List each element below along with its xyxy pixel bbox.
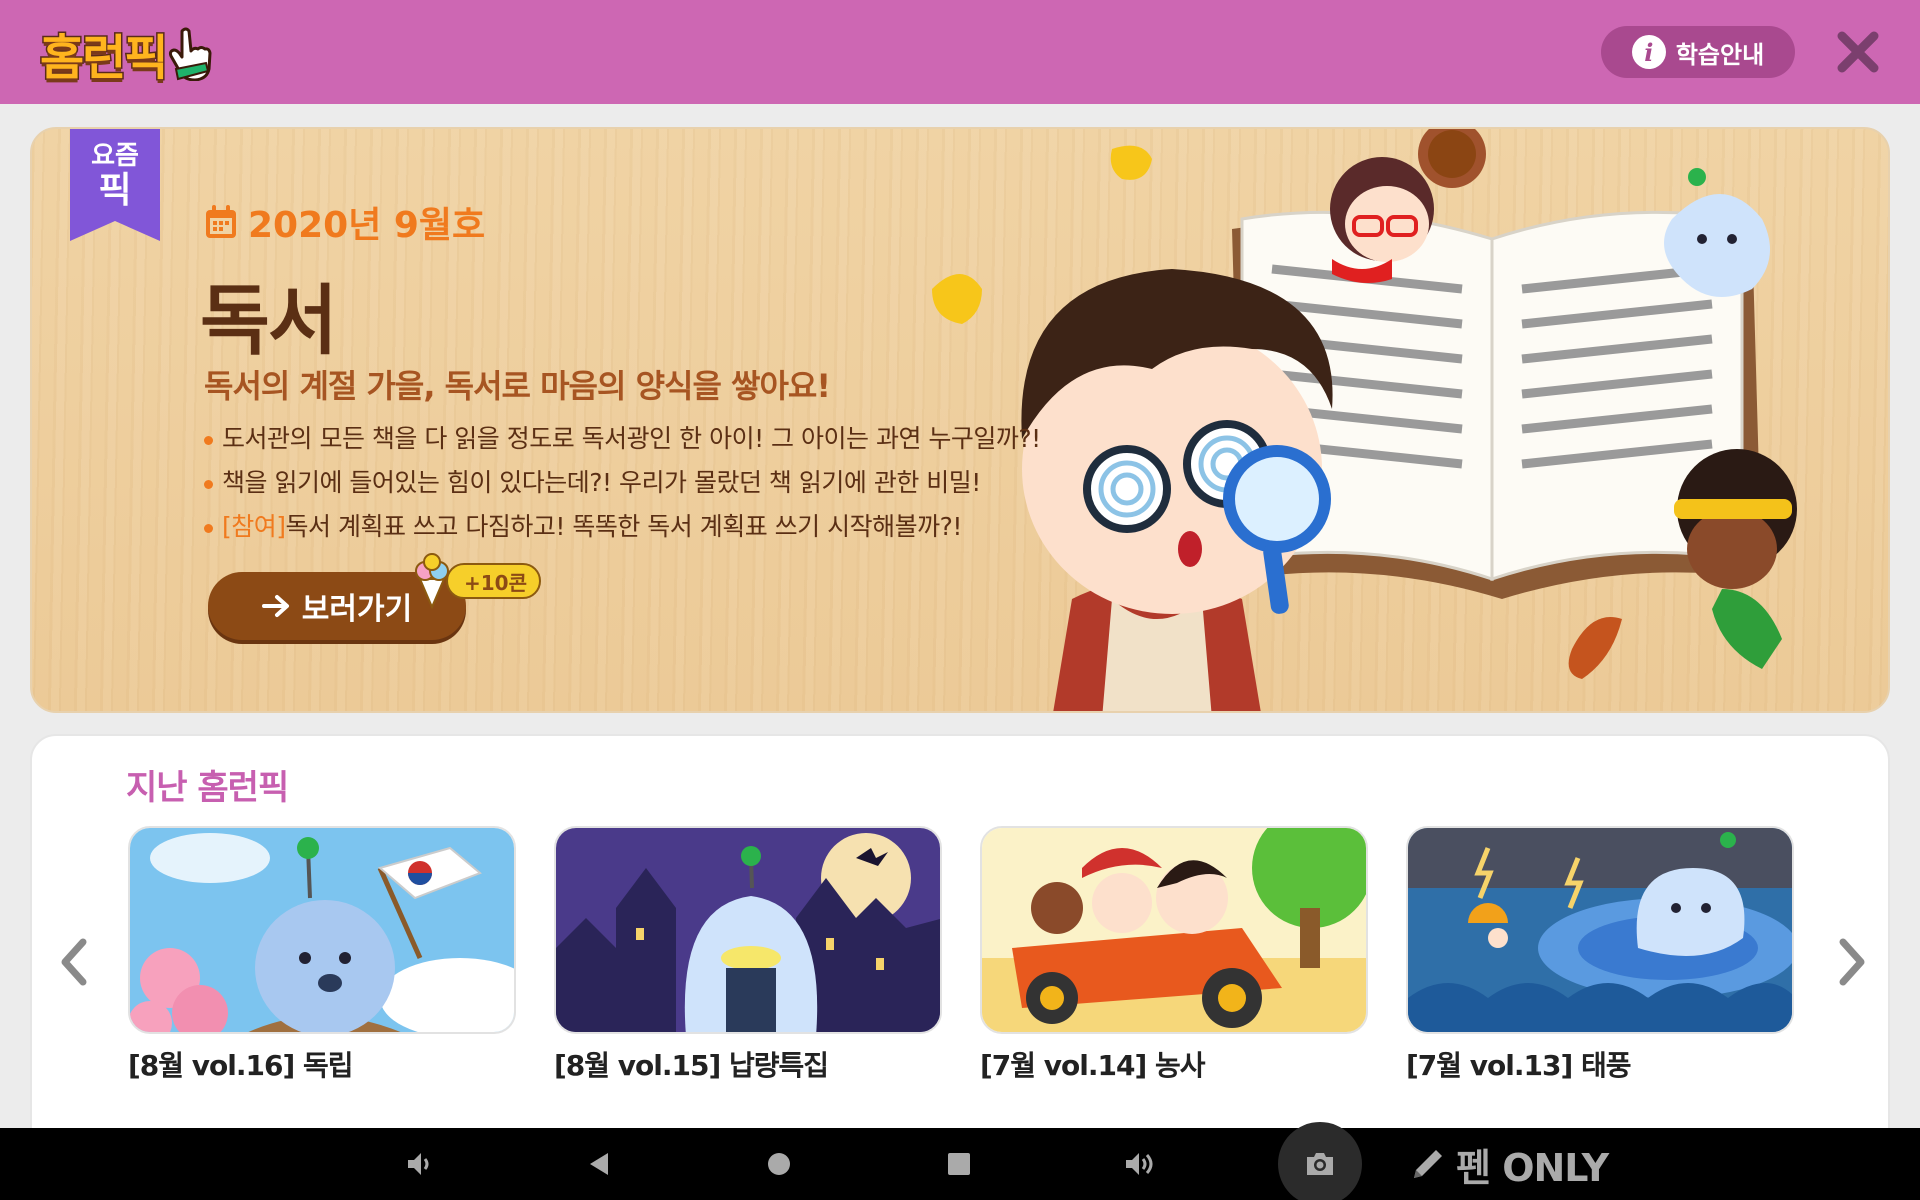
recents-icon <box>948 1153 970 1175</box>
volume-up-button[interactable] <box>1103 1128 1175 1200</box>
featured-subtitle: 독서의 계절 가을, 독서로 마음의 양식을 쌓아요! <box>204 367 831 405</box>
featured-highlights: 도서관의 모든 책을 다 읽을 정도로 독서광인 한 아이! 그 아이는 과연 … <box>204 417 1041 549</box>
issue-thumbnail <box>128 826 516 1034</box>
pen-only-label: 펜 ONLY <box>1456 1145 1609 1190</box>
featured-title: 독서 <box>200 276 338 365</box>
ribbon-big-text: 픽 <box>98 170 132 211</box>
go-view-label: 보러가기 <box>301 592 413 627</box>
issue-date: 2020년 9월호 <box>204 201 485 246</box>
chevron-right-icon <box>1839 938 1865 986</box>
past-issues-carousel: [8월 vol.16] 독립 [8월 vol.15] 납량특집 [7월 vol.… <box>128 826 1794 1084</box>
past-issue-card[interactable]: [7월 vol.13] 태풍 <box>1406 826 1794 1084</box>
trending-ribbon-label: 요즘 픽 <box>70 141 160 211</box>
volume-up-icon <box>1126 1153 1153 1175</box>
close-icon[interactable] <box>1832 26 1884 78</box>
past-issues-title: 지난 홈런픽 <box>126 768 289 808</box>
calendar-icon <box>206 205 236 238</box>
home-button[interactable] <box>743 1128 815 1200</box>
carousel-next-button[interactable] <box>1832 932 1872 992</box>
home-icon <box>768 1153 790 1175</box>
highlight-text: 책을 읽기에 들어있는 힘이 있다는데?! 우리가 몰랐던 책 읽기에 관한 비… <box>222 468 981 497</box>
highlight-text: 도서관의 모든 책을 다 읽을 정도로 독서광인 한 아이! 그 아이는 과연 … <box>222 424 1041 453</box>
app-logo[interactable]: 홈런픽 <box>38 18 214 88</box>
screenshot-button[interactable] <box>1284 1128 1356 1200</box>
highlight-text: 독서 계획표 쓰고 다짐하고! 똑똑한 독서 계획표 쓰기 시작해볼까?! <box>285 512 963 541</box>
back-icon <box>590 1153 608 1175</box>
pencil-icon <box>1414 1150 1442 1178</box>
participate-tag: [참여] <box>222 512 286 541</box>
past-issue-card[interactable]: [8월 vol.16] 독립 <box>128 826 516 1084</box>
haunted-house-illustration <box>556 828 940 1032</box>
farming-car-illustration <box>982 828 1366 1032</box>
independence-illustration <box>130 828 514 1032</box>
issue-thumbnail <box>980 826 1368 1034</box>
back-button[interactable] <box>563 1128 635 1200</box>
recents-button[interactable] <box>923 1128 995 1200</box>
top-bar: 홈런픽 i 학습안내 <box>0 0 1920 104</box>
past-issue-label: [7월 vol.14] 농사 <box>980 1049 1206 1082</box>
past-issue-card[interactable]: [8월 vol.15] 납량특집 <box>554 826 942 1084</box>
system-navigation-bar: 펜 ONLY <box>0 1122 1920 1200</box>
typhoon-illustration <box>1408 828 1792 1032</box>
highlight-item: 도서관의 모든 책을 다 읽을 정도로 독서광인 한 아이! 그 아이는 과연 … <box>204 417 1041 461</box>
ribbon-small-text: 요즘 <box>91 141 139 171</box>
info-icon: i <box>1631 35 1666 69</box>
volume-down-button[interactable] <box>383 1128 455 1200</box>
issue-thumbnail <box>554 826 942 1034</box>
issue-date-text: 2020년 9월호 <box>248 205 486 246</box>
volume-down-icon <box>408 1153 429 1175</box>
logo-text: 홈런픽 <box>38 29 170 88</box>
past-issue-card[interactable]: [7월 vol.14] 농사 <box>980 826 1368 1084</box>
past-issue-label: [8월 vol.16] 독립 <box>128 1049 354 1082</box>
learning-guide-label: 학습안내 <box>1675 40 1765 69</box>
issue-thumbnail <box>1406 826 1794 1034</box>
highlight-item: [참여]독서 계획표 쓰고 다짐하고! 똑똑한 독서 계획표 쓰기 시작해볼까?… <box>204 505 1041 549</box>
pointing-hand-icon <box>169 27 212 81</box>
carousel-prev-button[interactable] <box>54 932 94 992</box>
highlight-item: 책을 읽기에 들어있는 힘이 있다는데?! 우리가 몰랐던 책 읽기에 관한 비… <box>204 461 1041 505</box>
arrow-right-icon <box>261 595 289 617</box>
past-issue-label: [7월 vol.13] 태풍 <box>1406 1049 1632 1082</box>
featured-banner[interactable]: 요즘 픽 2020년 9월호 독서 독서의 계절 가을, 독서로 마음의 양식을… <box>30 127 1890 713</box>
reward-amount: +10콘 <box>446 563 541 599</box>
reward-badge: +10콘 <box>412 553 541 609</box>
camera-icon <box>1307 1153 1333 1175</box>
pen-only-toggle[interactable]: 펜 ONLY <box>1408 1128 1609 1200</box>
past-issue-label: [8월 vol.15] 납량특집 <box>554 1049 829 1082</box>
learning-guide-button[interactable]: i 학습안내 <box>1601 26 1795 78</box>
chevron-left-icon <box>61 938 87 986</box>
